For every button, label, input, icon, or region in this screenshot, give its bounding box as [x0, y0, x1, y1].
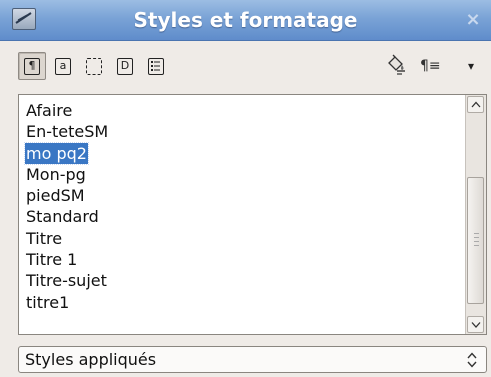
chevron-down-icon [471, 322, 481, 328]
list-icon [148, 58, 164, 75]
styles-list-panel[interactable]: Afaire En-teteSM mo pq2 Mon-pg piedSM St… [18, 94, 487, 335]
fill-format-mode-button[interactable] [384, 54, 408, 78]
list-item[interactable]: Mon-pg [25, 164, 464, 185]
style-family-toolbar: ¶ a D ¶≡ ▾ [0, 41, 491, 93]
close-icon: × [465, 9, 481, 30]
filter-selected-value: Styles appliqués [25, 350, 157, 369]
more-options-button[interactable]: ▾ [468, 54, 474, 78]
up-down-arrows-icon [467, 352, 477, 368]
close-button[interactable]: × [463, 10, 483, 30]
character-styles-button[interactable]: a [49, 52, 77, 80]
window-title: Styles et formatage [133, 8, 358, 32]
list-item[interactable]: En-teteSM [25, 121, 464, 142]
list-item[interactable]: titre1 [25, 292, 464, 313]
pilcrow-icon: ¶ [24, 58, 40, 75]
scrollbar-thumb[interactable] [467, 177, 484, 304]
list-item[interactable]: Afaire [25, 100, 464, 121]
grip-icon [474, 232, 479, 249]
dropdown-arrow-icon: ▾ [468, 59, 475, 73]
title-bar[interactable]: Styles et formatage × [0, 0, 491, 41]
vertical-scrollbar[interactable] [465, 95, 486, 334]
page-icon: D [117, 58, 133, 75]
list-item[interactable]: Titre-sujet [25, 270, 464, 291]
chevron-up-icon [471, 101, 481, 108]
frame-styles-button[interactable] [80, 52, 108, 80]
paint-bucket-icon [388, 54, 405, 75]
list-item-selected[interactable]: mo pq2 [24, 141, 464, 165]
page-styles-button[interactable]: D [111, 52, 139, 80]
styles-list[interactable]: Afaire En-teteSM mo pq2 Mon-pg piedSM St… [24, 100, 464, 313]
scroll-down-button[interactable] [467, 316, 484, 333]
character-a-icon: a [55, 58, 71, 75]
list-item[interactable]: Standard [25, 206, 464, 227]
list-styles-button[interactable] [142, 52, 170, 80]
scroll-up-button[interactable] [467, 96, 484, 113]
pilcrow-lines-icon: ¶≡ [420, 58, 441, 74]
style-filter-dropdown[interactable]: Styles appliqués [18, 346, 487, 373]
list-item[interactable]: Titre 1 [25, 249, 464, 270]
list-item[interactable]: piedSM [25, 185, 464, 206]
new-style-from-selection-button[interactable]: ¶≡ [420, 54, 441, 78]
list-item[interactable]: Titre [25, 228, 464, 249]
frame-icon [86, 58, 102, 75]
paragraph-styles-button[interactable]: ¶ [18, 52, 46, 80]
